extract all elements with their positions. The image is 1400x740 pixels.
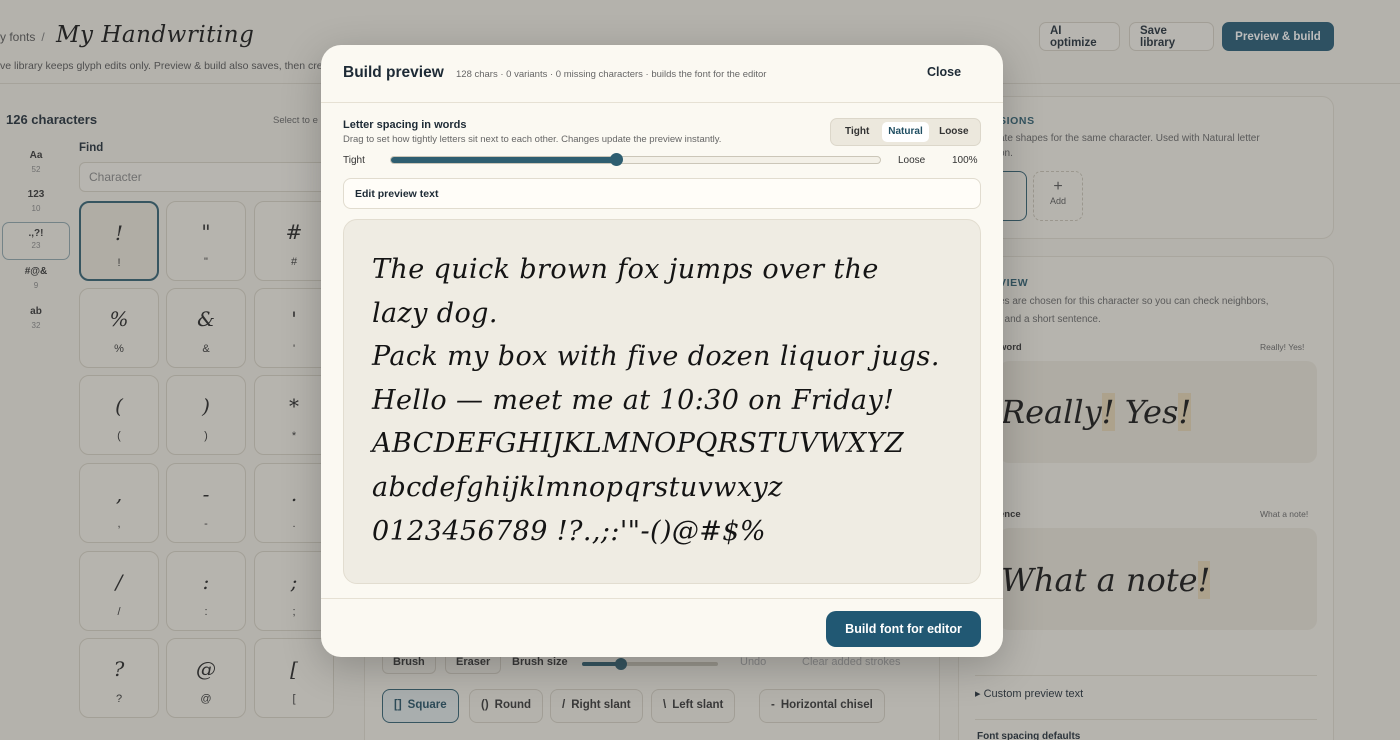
slider-knob[interactable] <box>610 153 623 166</box>
preview-line: The quick brown fox jumps over the <box>372 254 879 285</box>
build-preview-dialog: Build preview 128 chars · 0 variants · 0… <box>321 45 1003 657</box>
dialog-footer: Build font for editor <box>321 598 1003 657</box>
handwriting-preview-area: The quick brown fox jumps over the lazy … <box>343 219 981 584</box>
letter-spacing-slider[interactable] <box>390 153 881 166</box>
preview-line: Hello — meet me at 10:30 on Friday! <box>372 384 895 416</box>
preview-line: ABCDEFGHIJKLMNOPQRSTUVWXYZ <box>372 428 905 460</box>
spacing-mode-toggle: Tight Natural Loose <box>830 118 981 146</box>
spacing-option-natural[interactable]: Natural <box>882 122 929 142</box>
letter-spacing-help: Drag to set how tightly letters sit next… <box>343 134 722 145</box>
preview-line: lazy dog. <box>372 297 498 329</box>
slider-max-label: Loose <box>898 155 926 166</box>
slider-min-label: Tight <box>343 155 365 166</box>
slider-value: 100% <box>952 155 978 166</box>
build-font-button[interactable]: Build font for editor <box>826 611 981 647</box>
spacing-option-loose[interactable]: Loose <box>931 122 977 142</box>
preview-line: 0123456789 !?.,;:'"-()@#$% <box>372 515 766 547</box>
spacing-option-tight[interactable]: Tight <box>834 122 880 142</box>
preview-line: abcdefghijklmnopqrstuvwxyz <box>372 471 783 503</box>
dialog-meta: 128 chars · 0 variants · 0 missing chara… <box>456 69 767 80</box>
close-button[interactable]: Close <box>927 65 961 79</box>
dialog-title: Build preview <box>343 64 444 81</box>
letter-spacing-label: Letter spacing in words <box>343 119 467 131</box>
slider-fill <box>391 157 616 163</box>
preview-line: Pack my box with five dozen liquor jugs. <box>372 341 940 373</box>
edit-preview-text-button[interactable]: Edit preview text <box>343 178 981 209</box>
dialog-header: Build preview 128 chars · 0 variants · 0… <box>321 45 1003 103</box>
